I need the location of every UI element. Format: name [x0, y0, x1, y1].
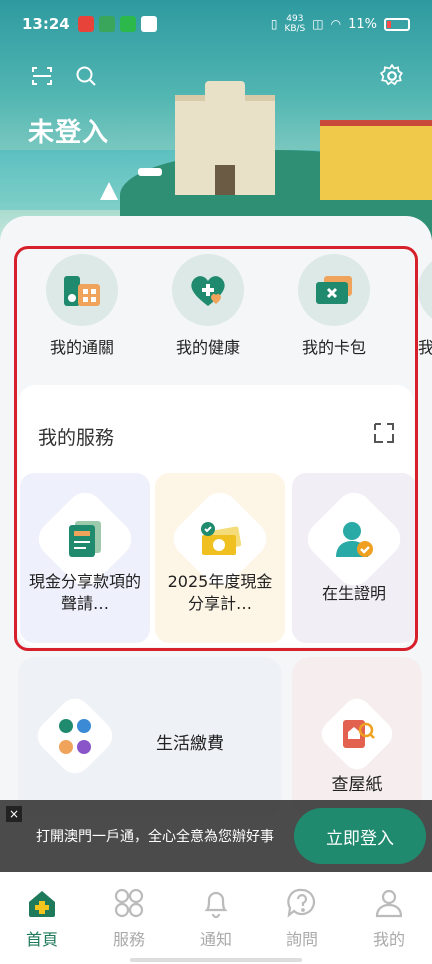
network-speed: 493 KB/S [284, 14, 305, 34]
service-tile-label: 在生證明 [321, 584, 386, 603]
person-check-icon [300, 485, 408, 593]
close-banner-button[interactable]: × [6, 806, 22, 822]
mobile-data-icon: ◫ [312, 17, 324, 31]
search-icon [76, 66, 96, 86]
scan-button[interactable] [28, 62, 56, 90]
user-icon [372, 886, 406, 920]
ruins-of-st-paul-illustration [175, 81, 275, 195]
header-toolbar [28, 62, 406, 90]
network-speed-value: 493 [286, 14, 304, 24]
status-bar: 13:24 ▯ 493 KB/S ◫ ◠ 11% [0, 0, 432, 48]
ferry-illustration [138, 168, 162, 176]
network-speed-unit: KB/S [284, 24, 306, 34]
quick-item-label: 我的健康 [175, 338, 240, 357]
vibrate-icon: ▯ [270, 17, 278, 31]
nav-item-label: 詢問 [285, 930, 318, 949]
search-button[interactable] [72, 62, 100, 90]
sailboat-illustration [100, 180, 118, 200]
service-tile-cash-share-claim[interactable]: 現金分享款項的聲請… [20, 473, 150, 643]
question-icon [285, 886, 319, 920]
utility-payment-card[interactable]: 生活繳費 [18, 657, 282, 817]
house-search-icon [315, 692, 399, 776]
utility-payment-label: 生活繳費 [156, 734, 224, 754]
status-time: 13:24 [22, 15, 70, 33]
app-notification-icon [140, 16, 157, 32]
property-search-card[interactable]: 查屋紙 [292, 657, 422, 817]
settings-button[interactable] [378, 62, 406, 90]
nav-item-notifications[interactable]: 通知 [181, 886, 251, 950]
nav-item-profile[interactable]: 我的 [354, 886, 424, 950]
home-icon [25, 886, 59, 920]
page-title: 未登入 [28, 118, 110, 148]
bell-icon [199, 886, 233, 920]
edit-layout-icon [374, 423, 394, 443]
battery-percent: 11% [348, 16, 377, 32]
edit-services-button[interactable] [372, 421, 396, 445]
nav-item-home[interactable]: 首頁 [7, 886, 77, 950]
nav-item-label: 通知 [199, 930, 232, 949]
login-prompt-text: 打開澳門一戶通，全心全意為您辦好事 [36, 829, 274, 845]
login-now-button[interactable]: 立即登入 [294, 808, 426, 864]
utilities-icon [31, 692, 119, 780]
building-illustration [320, 120, 432, 200]
customs-icon [46, 254, 118, 326]
partial-icon [418, 254, 432, 326]
my-services-title: 我的服務 [38, 427, 115, 449]
nav-item-services[interactable]: 服務 [94, 886, 164, 950]
app-notification-icon [98, 16, 115, 32]
service-tile-cash-share-plan[interactable]: 2025年度現金分享計… [155, 473, 285, 643]
service-tile-label: 2025年度現金分享計… [167, 572, 273, 613]
system-home-indicator [130, 958, 302, 962]
battery-icon [384, 17, 410, 31]
nav-item-label: 服務 [112, 930, 145, 949]
quick-item-cards[interactable]: 我的卡包 [289, 254, 379, 358]
quick-item-customs[interactable]: 我的通關 [37, 254, 127, 358]
property-search-label: 查屋紙 [331, 775, 383, 795]
status-right: ▯ 493 KB/S ◫ ◠ 11% [271, 14, 410, 34]
quick-actions: 我的通關 我的健康 我的卡包 我 [0, 240, 432, 357]
health-heart-icon [172, 254, 244, 326]
quick-item-label: 我的卡包 [301, 338, 366, 357]
wifi-icon: ◠ [330, 17, 342, 31]
quick-item-health[interactable]: 我的健康 [163, 254, 253, 358]
quick-item-label: 我 [418, 338, 432, 357]
service-tile-life-certificate[interactable]: 在生證明 [292, 473, 416, 643]
wechat-icon [119, 16, 136, 32]
quick-item-label: 我的通關 [49, 338, 114, 357]
nav-item-label: 我的 [372, 930, 405, 949]
quick-item-partial[interactable]: 我 [418, 254, 432, 358]
nav-item-inquiry[interactable]: 詢問 [267, 886, 337, 950]
gear-icon [379, 63, 403, 86]
my-services-card: 我的服務 現金分享款項的聲請… 2025年度現金分享計… 在生證明 [18, 385, 416, 647]
scan-icon [32, 67, 52, 85]
nav-item-label: 首頁 [25, 930, 58, 949]
service-tile-label: 現金分享款項的聲請… [28, 572, 141, 613]
card-wallet-icon [298, 254, 370, 326]
bottom-nav: 首頁 服務 通知 詢問 我的 [0, 872, 432, 964]
grid-icon [112, 886, 146, 920]
app-notification-icon [77, 16, 94, 32]
